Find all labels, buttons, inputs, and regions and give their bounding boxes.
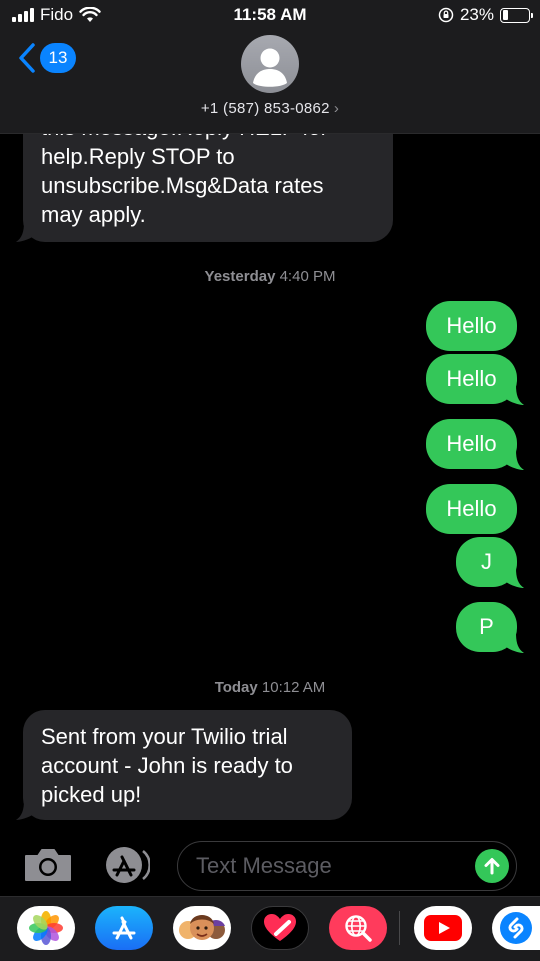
message-line: may apply. bbox=[41, 202, 146, 227]
unread-count-badge: 13 bbox=[40, 43, 76, 73]
shazam-icon[interactable] bbox=[492, 906, 540, 950]
outgoing-message[interactable]: Hello bbox=[426, 419, 517, 469]
person-icon bbox=[253, 48, 287, 87]
bubble-tail bbox=[16, 222, 34, 242]
timestamp-day: Yesterday bbox=[204, 268, 276, 285]
timestamp-yesterday: Yesterday 4:40 PM bbox=[0, 268, 540, 285]
outgoing-message[interactable]: Hello bbox=[426, 354, 517, 404]
status-bar: Fido 11:58 AM 23% bbox=[0, 0, 540, 32]
status-right: 23% bbox=[438, 5, 533, 25]
bubble-tail bbox=[16, 800, 34, 820]
chevron-right-icon: › bbox=[333, 100, 340, 117]
timestamp-time: 4:40 PM bbox=[279, 268, 336, 285]
compose-bar bbox=[0, 836, 540, 896]
message-line: help.Reply STOP to bbox=[41, 144, 235, 169]
incoming-message[interactable]: Sent from your Twilio trial account - Jo… bbox=[23, 710, 352, 820]
message-text-field[interactable] bbox=[177, 841, 517, 891]
message-line: picked up! bbox=[41, 782, 142, 807]
youtube-play-icon bbox=[424, 915, 462, 941]
memoji-icon[interactable] bbox=[173, 906, 231, 950]
timestamp-time: 10:12 AM bbox=[261, 679, 326, 696]
orientation-lock-icon bbox=[438, 7, 454, 23]
app-store-a-icon bbox=[112, 916, 136, 940]
bubble-tail bbox=[506, 450, 524, 470]
heart-icon bbox=[264, 914, 296, 941]
globe-search-icon bbox=[345, 915, 372, 942]
timestamp-today: Today 10:12 AM bbox=[0, 679, 540, 696]
contact-avatar[interactable] bbox=[241, 35, 299, 93]
bubble-tail bbox=[506, 633, 524, 653]
drawer-divider bbox=[399, 911, 400, 945]
photos-icon[interactable] bbox=[17, 906, 75, 950]
message-line: account - John is ready to bbox=[41, 753, 293, 778]
chevron-left-icon bbox=[19, 43, 35, 73]
photos-flower-icon bbox=[29, 911, 63, 945]
conversation-header: Fido 11:58 AM 23% 13 +1 (587) 853-0862 › bbox=[0, 0, 540, 134]
contact-number: +1 (587) 853-0862 bbox=[200, 100, 330, 117]
digital-touch-icon[interactable] bbox=[251, 906, 309, 950]
timestamp-day: Today bbox=[214, 679, 258, 696]
battery-percent: 23% bbox=[459, 5, 494, 24]
app-store-icon[interactable] bbox=[95, 906, 153, 950]
message-line: Sent from your Twilio trial bbox=[41, 724, 288, 749]
battery-fill bbox=[502, 10, 509, 20]
back-button[interactable]: 13 bbox=[18, 42, 76, 74]
search-images-icon[interactable] bbox=[329, 906, 387, 950]
outgoing-message[interactable]: Hello bbox=[426, 484, 517, 534]
battery-icon bbox=[500, 7, 533, 23]
bubble-tail bbox=[506, 385, 524, 405]
contact-details-link[interactable]: +1 (587) 853-0862 › bbox=[0, 100, 540, 117]
youtube-icon[interactable] bbox=[414, 906, 472, 950]
message-input[interactable] bbox=[196, 842, 456, 889]
memoji-faces-icon bbox=[179, 915, 225, 940]
bubble-tail bbox=[506, 568, 524, 588]
camera-icon[interactable] bbox=[24, 848, 72, 882]
send-button[interactable] bbox=[475, 849, 509, 883]
imessage-app-drawer bbox=[0, 896, 540, 961]
message-line: unsubscribe.Msg&Data rates bbox=[41, 173, 324, 198]
arrow-up-icon bbox=[484, 858, 500, 875]
app-store-button-icon[interactable] bbox=[100, 846, 150, 884]
shazam-logo-icon bbox=[500, 912, 532, 944]
outgoing-message[interactable]: Hello bbox=[426, 301, 517, 351]
